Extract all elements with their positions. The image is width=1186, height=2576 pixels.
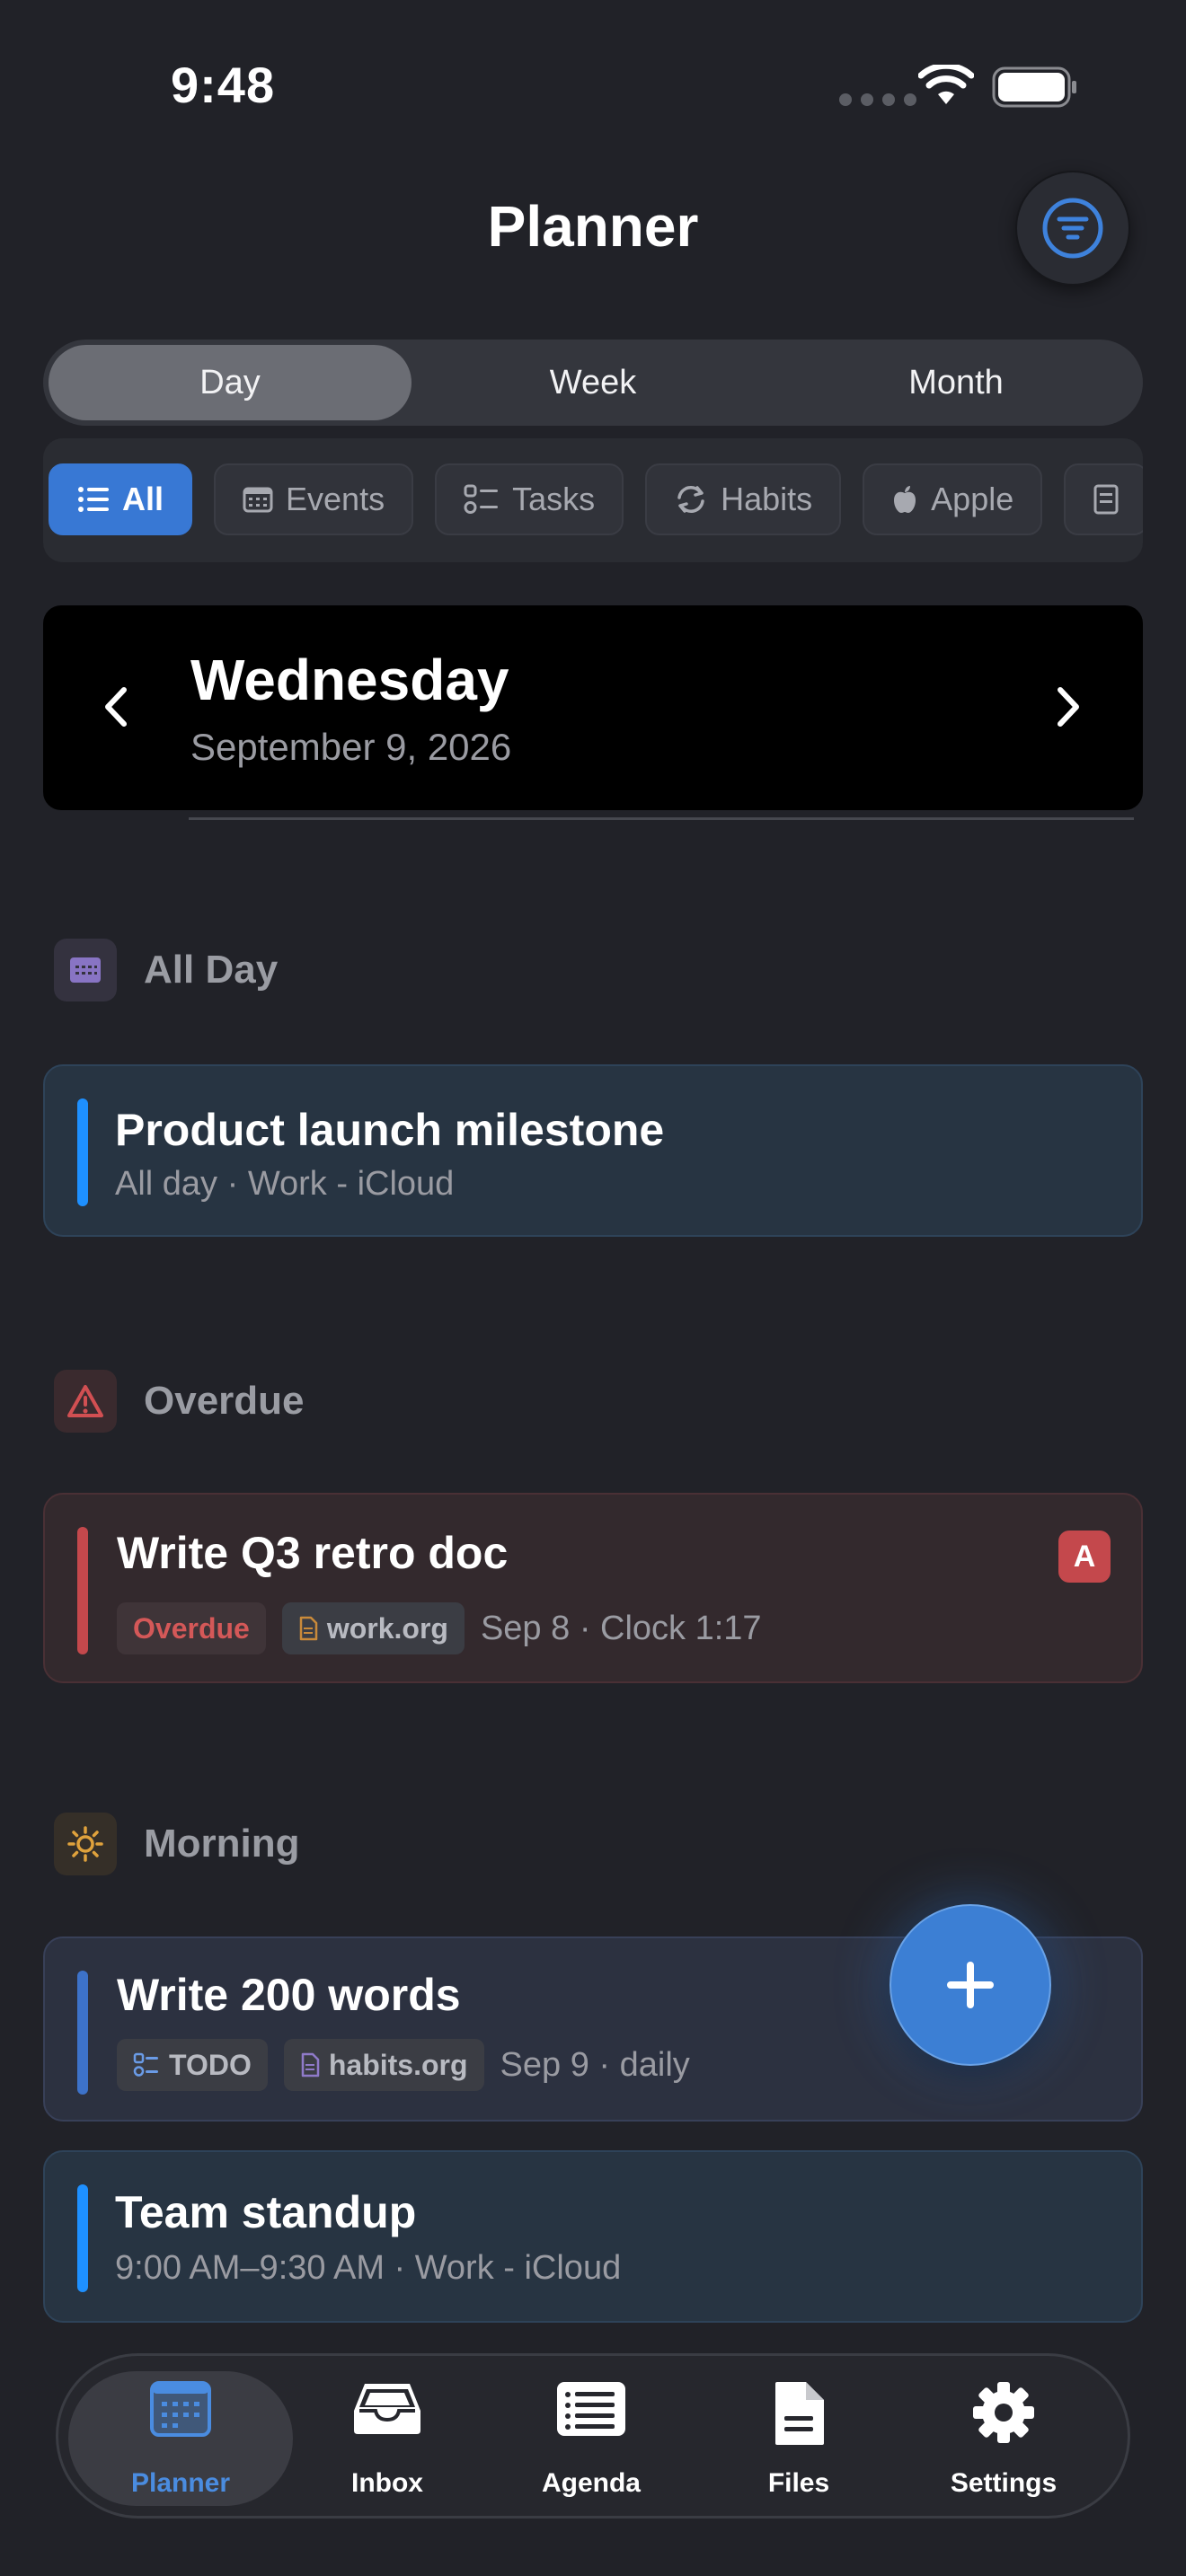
- task-meta: Sep 9 · daily: [500, 2045, 690, 2084]
- event-color-bar: [77, 2184, 88, 2292]
- status-label: TODO: [169, 2048, 252, 2081]
- section-title-all-day: All Day: [144, 948, 279, 992]
- section-title-morning: Morning: [144, 1822, 300, 1866]
- filter-chips-bar: All Events Tasks Habits Apple: [43, 438, 1143, 562]
- chip-tasks[interactable]: Tasks: [435, 463, 624, 535]
- tab-label: Agenda: [541, 2468, 641, 2498]
- calendar-icon: [243, 487, 273, 513]
- segment-month[interactable]: Month: [774, 345, 1137, 420]
- file-tag[interactable]: habits.org: [283, 2039, 484, 2091]
- apple-icon: [894, 486, 916, 513]
- event-card[interactable]: Team standup 9:00 AM–9:30 AM · Work - iC…: [43, 2150, 1143, 2323]
- file-icon: [301, 2052, 320, 2078]
- filter-lines-icon: [1042, 198, 1103, 259]
- tab-inbox[interactable]: Inbox: [284, 2371, 491, 2506]
- date-full: September 9, 2026: [190, 726, 512, 768]
- tab-agenda[interactable]: Agenda: [488, 2371, 695, 2506]
- calendar-grid-icon: [150, 2381, 211, 2437]
- divider: [189, 817, 1134, 820]
- status-time: 9:48: [171, 57, 276, 113]
- tab-label: Inbox: [351, 2468, 423, 2498]
- tab-settings[interactable]: Settings: [900, 2371, 1107, 2506]
- chevron-left-icon[interactable]: [99, 684, 135, 729]
- event-subtitle: 9:00 AM–9:30 AM · Work - iCloud: [115, 2249, 622, 2287]
- document-icon: [1093, 484, 1119, 515]
- view-mode-segmented-control: Day Week Month: [43, 340, 1143, 426]
- task-card[interactable]: Write Q3 retro doc Overdue work.org Sep …: [43, 1493, 1143, 1683]
- add-button[interactable]: [890, 1904, 1051, 2066]
- chip-more[interactable]: [1064, 463, 1143, 535]
- chip-all[interactable]: All: [49, 463, 193, 535]
- event-subtitle: All day · Work - iCloud: [115, 1165, 455, 1203]
- event-title: Product launch milestone: [115, 1105, 665, 1155]
- list-icon: [78, 487, 109, 512]
- task-title: Write Q3 retro doc: [117, 1528, 509, 1578]
- agenda-list-icon: [557, 2382, 625, 2436]
- checklist-icon: [464, 484, 499, 514]
- chip-label: All: [122, 481, 164, 517]
- checklist-icon: [133, 2052, 158, 2077]
- chevron-right-icon[interactable]: [1049, 684, 1085, 729]
- event-color-bar: [77, 1098, 88, 1206]
- filter-button[interactable]: [1015, 171, 1130, 286]
- calendar-section-icon: [54, 939, 117, 1001]
- chip-apple[interactable]: Apple: [863, 463, 1043, 535]
- event-title: Team standup: [115, 2187, 417, 2237]
- wifi-icon: [918, 65, 974, 104]
- chip-label: Tasks: [512, 481, 596, 517]
- tab-label: Files: [767, 2468, 830, 2498]
- tab-label: Settings: [950, 2468, 1058, 2498]
- cellular-signal-icon: [839, 93, 916, 106]
- status-badge: TODO: [117, 2039, 268, 2091]
- chip-label: Apple: [931, 481, 1014, 517]
- chip-label: Habits: [721, 481, 813, 517]
- file-icon: [299, 1616, 318, 1641]
- plus-icon: [947, 1962, 994, 2008]
- section-title-overdue: Overdue: [144, 1379, 305, 1423]
- status-badge: Overdue: [117, 1602, 266, 1654]
- task-color-bar: [77, 1971, 88, 2095]
- chip-habits[interactable]: Habits: [645, 463, 842, 535]
- sun-section-icon: [54, 1813, 117, 1875]
- segment-day[interactable]: Day: [49, 345, 412, 420]
- inbox-tray-icon: [354, 2384, 420, 2434]
- tab-files[interactable]: Files: [695, 2371, 902, 2506]
- tab-planner[interactable]: Planner: [68, 2371, 293, 2506]
- gear-icon: [973, 2382, 1034, 2443]
- file-tag[interactable]: work.org: [281, 1602, 465, 1654]
- file-name: work.org: [326, 1611, 448, 1645]
- chip-label: Events: [286, 481, 385, 517]
- task-meta: Sep 8 · Clock 1:17: [480, 1609, 762, 1647]
- document-icon: [775, 2382, 824, 2445]
- date-weekday: Wednesday: [190, 648, 509, 712]
- event-card[interactable]: Product launch milestone All day · Work …: [43, 1064, 1143, 1237]
- refresh-icon: [677, 486, 704, 513]
- battery-icon: [992, 66, 1076, 108]
- file-name: habits.org: [328, 2048, 468, 2081]
- chip-events[interactable]: Events: [214, 463, 414, 535]
- tab-label: Planner: [130, 2468, 231, 2498]
- priority-badge: A: [1058, 1531, 1111, 1583]
- segment-week[interactable]: Week: [412, 345, 774, 420]
- task-title: Write 200 words: [117, 1970, 461, 2020]
- warning-section-icon: [54, 1370, 117, 1433]
- task-color-bar: [77, 1527, 88, 1654]
- page-title: Planner: [487, 194, 699, 259]
